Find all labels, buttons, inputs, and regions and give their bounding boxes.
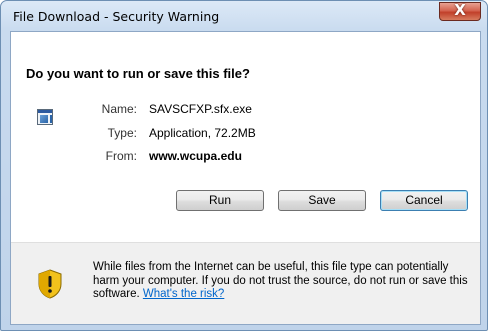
warning-panel: While files from the Internet can be use… xyxy=(11,243,480,324)
file-name-value: SAVSCFXP.sfx.exe xyxy=(149,102,252,116)
title-bar[interactable]: File Download - Security Warning X xyxy=(1,1,487,31)
save-button[interactable]: Save xyxy=(278,190,366,211)
dialog-body: Do you want to run or save this file? Na… xyxy=(10,31,481,325)
file-info-panel: Do you want to run or save this file? Na… xyxy=(11,32,480,242)
window-title: File Download - Security Warning xyxy=(13,9,220,24)
file-type-value: Application, 72.2MB xyxy=(149,126,256,140)
from-label: From: xyxy=(105,149,137,163)
file-source-value: www.wcupa.edu xyxy=(149,149,242,163)
dialog-heading: Do you want to run or save this file? xyxy=(26,66,250,81)
type-label: Type: xyxy=(107,126,137,140)
warning-message: While files from the Internet can be use… xyxy=(93,261,473,302)
download-dialog-window: File Download - Security Warning X Do yo… xyxy=(0,0,488,331)
run-button[interactable]: Run xyxy=(176,190,264,211)
close-button[interactable]: X xyxy=(439,1,481,21)
whats-the-risk-link[interactable]: What's the risk? xyxy=(143,288,224,300)
cancel-button[interactable]: Cancel xyxy=(380,190,468,211)
close-icon: X xyxy=(454,1,466,19)
name-label: Name: xyxy=(101,102,137,116)
security-shield-warning-icon xyxy=(38,269,62,299)
